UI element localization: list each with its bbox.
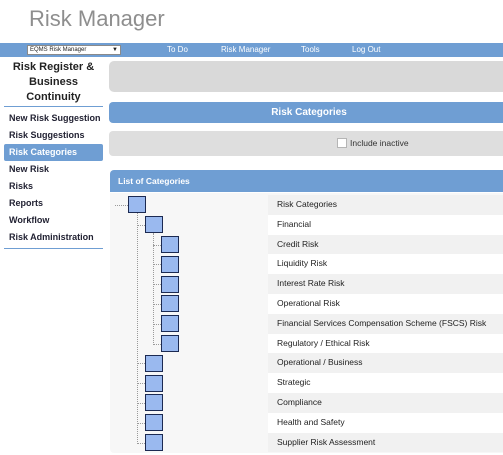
- include-inactive-label[interactable]: Include inactive: [350, 138, 409, 148]
- tree-connector: [137, 212, 138, 443]
- tree-connector: [153, 284, 161, 286]
- tree-node-icon[interactable]: [161, 236, 179, 253]
- page-title: Risk Categories: [109, 102, 503, 123]
- tree-row-label[interactable]: Health and Safety: [268, 412, 503, 433]
- nav-link-risk-manager[interactable]: Risk Manager: [221, 45, 270, 54]
- tree-connector: [137, 383, 145, 385]
- tree-connector: [153, 303, 161, 305]
- tree-row-label[interactable]: Operational Risk: [268, 294, 503, 314]
- tree-row-label[interactable]: Credit Risk: [268, 234, 503, 255]
- sidebar-divider: [4, 248, 103, 249]
- tree-connector: [153, 323, 161, 325]
- nav-link-tools[interactable]: Tools: [301, 45, 320, 54]
- tree-connector: [115, 204, 128, 206]
- sidebar-section-title: Risk Register & Business Continuity: [4, 60, 103, 107]
- chevron-down-icon: ▼: [112, 47, 118, 53]
- sidebar: Risk Register & Business Continuity New …: [4, 60, 103, 249]
- tree-connector: [153, 232, 154, 344]
- tree-connector: [137, 363, 145, 365]
- tree-connector: [137, 442, 145, 444]
- tree-node-icon[interactable]: [161, 295, 179, 313]
- app-title: Risk Manager: [29, 6, 165, 31]
- tree-connector: [153, 244, 161, 246]
- tree-row-label[interactable]: Liquidity Risk: [268, 254, 503, 275]
- tree-connector: [137, 224, 145, 226]
- sidebar-item-risk-suggestions[interactable]: Risk Suggestions: [4, 127, 103, 144]
- app-selector-value: EQMS Risk Manager: [30, 47, 87, 53]
- tree-node-icon[interactable]: [161, 255, 179, 273]
- sidebar-item-risk-categories[interactable]: Risk Categories: [4, 144, 103, 161]
- nav-link-logout[interactable]: Log Out: [352, 45, 380, 54]
- list-of-categories-header: List of Categories: [110, 170, 503, 192]
- tree-connector: [137, 402, 145, 404]
- tree-node-icon[interactable]: [128, 196, 146, 214]
- tree-row-label[interactable]: Interest Rate Risk: [268, 274, 503, 294]
- tree-row-label[interactable]: Strategic: [268, 373, 503, 393]
- tree-node-icon[interactable]: [145, 216, 163, 234]
- filter-bar: Include inactive: [109, 131, 503, 156]
- tree-node-icon[interactable]: [145, 374, 163, 392]
- tree-node-icon[interactable]: [161, 275, 179, 293]
- nav-link-todo[interactable]: To Do: [167, 45, 188, 54]
- include-inactive-checkbox[interactable]: [337, 138, 347, 148]
- tree-node-icon[interactable]: [145, 394, 163, 412]
- tree-node-icon[interactable]: [145, 354, 163, 372]
- tree-row-label[interactable]: Compliance: [268, 393, 503, 413]
- sidebar-item-risks[interactable]: Risks: [4, 178, 103, 195]
- tree-row-label[interactable]: Financial: [268, 214, 503, 235]
- sidebar-item-new-risk-suggestion[interactable]: New Risk Suggestion: [4, 110, 103, 127]
- tree-node-icon[interactable]: [145, 414, 163, 432]
- tree-connector: [153, 264, 161, 266]
- app-selector-dropdown[interactable]: EQMS Risk Manager ▼: [27, 45, 121, 55]
- tree-row-label[interactable]: Operational / Business: [268, 353, 503, 374]
- tree-row-label[interactable]: Regulatory / Ethical Risk: [268, 333, 503, 354]
- toolbar-area: [109, 61, 503, 92]
- top-navigation: EQMS Risk Manager ▼ To Do Risk Manager T…: [0, 43, 503, 57]
- tree-node-icon[interactable]: [161, 315, 179, 333]
- tree-node-icon[interactable]: [161, 335, 179, 352]
- sidebar-item-new-risk[interactable]: New Risk: [4, 161, 103, 178]
- sidebar-item-reports[interactable]: Reports: [4, 195, 103, 212]
- tree-connector: [153, 343, 161, 345]
- tree-connector: [137, 422, 145, 424]
- sidebar-item-risk-administration[interactable]: Risk Administration: [4, 229, 103, 246]
- tree-row-label[interactable]: Financial Services Compensation Scheme (…: [268, 313, 503, 334]
- tree-row-label[interactable]: Supplier Risk Assessment: [268, 432, 503, 453]
- tree-row-label[interactable]: Risk Categories: [268, 195, 503, 215]
- tree-node-icon[interactable]: [145, 434, 163, 451]
- sidebar-item-workflow[interactable]: Workflow: [4, 212, 103, 229]
